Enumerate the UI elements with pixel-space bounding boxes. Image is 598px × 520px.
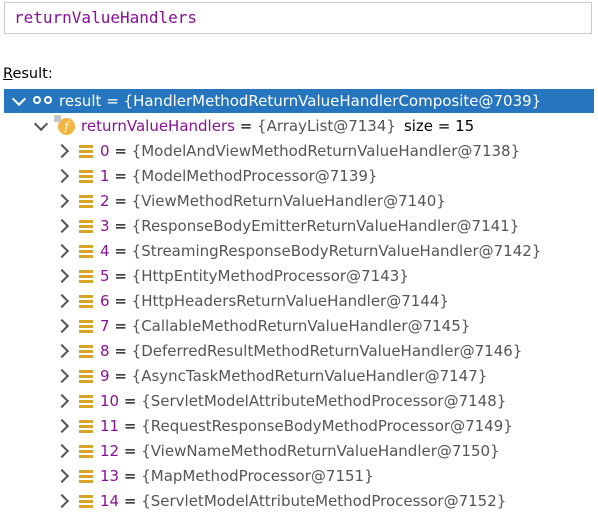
list-icon	[79, 494, 93, 508]
field-size: size = 15	[403, 117, 475, 135]
list-icon	[79, 194, 93, 208]
tree-row-item[interactable]: 10 = {ServletModelAttributeMethodProcess…	[0, 389, 598, 413]
item-index: 13	[100, 467, 120, 485]
list-icon	[79, 444, 93, 458]
chevron-right-icon[interactable]	[54, 143, 70, 159]
list-icon	[79, 369, 93, 383]
item-index: 8	[100, 342, 110, 360]
list-icon	[79, 394, 93, 408]
tree-row-item[interactable]: 1 = {ModelMethodProcessor@7139}	[0, 164, 598, 188]
item-index: 3	[100, 217, 110, 235]
list-icon	[79, 244, 93, 258]
item-value: {RequestResponseBodyMethodProcessor@7149…	[141, 417, 513, 435]
chevron-right-icon[interactable]	[54, 268, 70, 284]
tree-row-item[interactable]: 6 = {HttpHeadersReturnValueHandler@7144}	[0, 289, 598, 313]
item-value: {ViewNameMethodReturnValueHandler@7150}	[141, 442, 500, 460]
item-index: 7	[100, 317, 110, 335]
tree-row-root[interactable]: result = {HandlerMethodReturnValueHandle…	[4, 89, 594, 113]
chevron-right-icon[interactable]	[54, 193, 70, 209]
list-icon	[79, 344, 93, 358]
chevron-right-icon[interactable]	[54, 418, 70, 434]
list-icon	[79, 319, 93, 333]
tree-row-item[interactable]: 2 = {ViewMethodReturnValueHandler@7140}	[0, 189, 598, 213]
item-index: 9	[100, 367, 110, 385]
chevron-right-icon[interactable]	[54, 443, 70, 459]
chevron-right-icon[interactable]	[54, 318, 70, 334]
chevron-right-icon[interactable]	[54, 493, 70, 509]
tree-row-item[interactable]: 9 = {AsyncTaskMethodReturnValueHandler@7…	[0, 364, 598, 388]
list-icon	[79, 169, 93, 183]
list-icon	[79, 269, 93, 283]
item-value: {HttpEntityMethodProcessor@7143}	[131, 267, 409, 285]
chevron-right-icon[interactable]	[54, 168, 70, 184]
item-index: 0	[100, 142, 110, 160]
tree-row-item[interactable]: 5 = {HttpEntityMethodProcessor@7143}	[0, 264, 598, 288]
chevron-right-icon[interactable]	[54, 368, 70, 384]
chevron-right-icon[interactable]	[54, 293, 70, 309]
field-value: {ArrayList@7134}	[257, 117, 396, 135]
root-value: {HandlerMethodReturnValueHandlerComposit…	[123, 92, 542, 110]
item-index: 4	[100, 242, 110, 260]
chevron-right-icon[interactable]	[54, 468, 70, 484]
item-index: 14	[100, 492, 120, 510]
item-value: {StreamingResponseBodyReturnValueHandler…	[131, 242, 542, 260]
item-value: {AsyncTaskMethodReturnValueHandler@7147}	[131, 367, 488, 385]
chevron-down-icon[interactable]	[11, 91, 27, 106]
tree-row-item[interactable]: 14 = {ServletModelAttributeMethodProcess…	[0, 489, 598, 513]
result-label: Result:	[3, 66, 53, 82]
list-icon	[79, 219, 93, 233]
tree-row-item[interactable]: 11 = {RequestResponseBodyMethodProcessor…	[0, 414, 598, 438]
chevron-right-icon[interactable]	[54, 243, 70, 259]
list-icon	[79, 294, 93, 308]
expression-text: returnValueHandlers	[14, 8, 198, 27]
list-icon	[79, 469, 93, 483]
chevron-right-icon[interactable]	[54, 343, 70, 359]
field-icon: f	[54, 114, 75, 135]
tree-row-item[interactable]: 8 = {DeferredResultMethodReturnValueHand…	[0, 339, 598, 363]
watch-glasses-icon	[33, 95, 55, 107]
chevron-right-icon[interactable]	[54, 218, 70, 234]
item-value: {ServletModelAttributeMethodProcessor@71…	[141, 492, 507, 510]
tree-row-field[interactable]: f returnValueHandlers = {ArrayList@7134}…	[0, 114, 598, 138]
tree-row-item[interactable]: 3 = {ResponseBodyEmitterReturnValueHandl…	[0, 214, 598, 238]
item-value: {ResponseBodyEmitterReturnValueHandler@7…	[131, 217, 520, 235]
tree-row-item[interactable]: 0 = {ModelAndViewMethodReturnValueHandle…	[0, 139, 598, 163]
tree-row-item[interactable]: 4 = {StreamingResponseBodyReturnValueHan…	[0, 239, 598, 263]
item-index: 2	[100, 192, 110, 210]
expression-input[interactable]: returnValueHandlers	[4, 2, 592, 34]
item-value: {ModelMethodProcessor@7139}	[131, 167, 378, 185]
chevron-down-icon[interactable]	[33, 116, 49, 131]
field-name: returnValueHandlers	[81, 117, 235, 135]
item-value: {ModelAndViewMethodReturnValueHandler@71…	[131, 142, 521, 160]
item-index: 6	[100, 292, 110, 310]
item-value: {ServletModelAttributeMethodProcessor@71…	[141, 392, 507, 410]
item-value: {HttpHeadersReturnValueHandler@7144}	[131, 292, 449, 310]
chevron-right-icon[interactable]	[54, 393, 70, 409]
item-index: 11	[100, 417, 120, 435]
item-index: 1	[100, 167, 110, 185]
tree-row-item[interactable]: 7 = {CallableMethodReturnValueHandler@71…	[0, 314, 598, 338]
item-index: 12	[100, 442, 120, 460]
item-value: {MapMethodProcessor@7151}	[141, 467, 374, 485]
item-value: {CallableMethodReturnValueHandler@7145}	[131, 317, 471, 335]
list-icon	[79, 144, 93, 158]
tree-row-item[interactable]: 13 = {MapMethodProcessor@7151}	[0, 464, 598, 488]
root-name: result	[59, 92, 102, 110]
item-index: 10	[100, 392, 120, 410]
list-icon	[79, 419, 93, 433]
item-value: {DeferredResultMethodReturnValueHandler@…	[131, 342, 523, 360]
tree-row-item[interactable]: 12 = {ViewNameMethodReturnValueHandler@7…	[0, 439, 598, 463]
item-index: 5	[100, 267, 110, 285]
item-value: {ViewMethodReturnValueHandler@7140}	[131, 192, 446, 210]
